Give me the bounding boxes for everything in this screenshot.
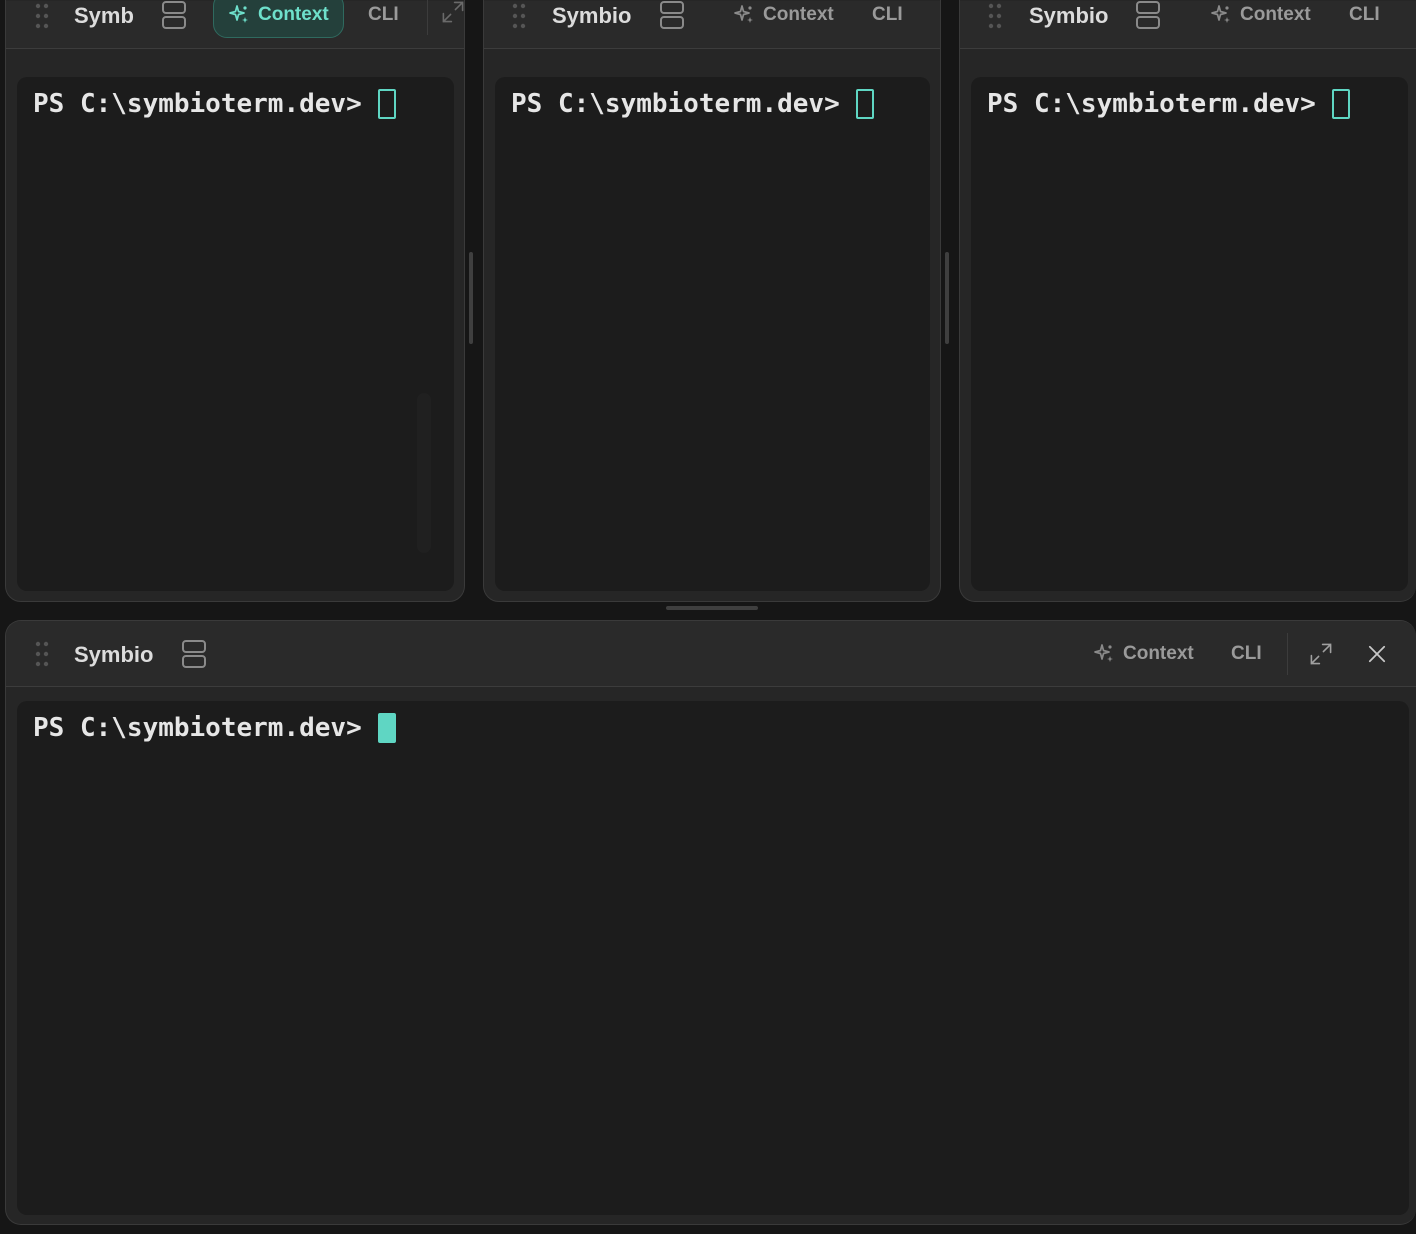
context-label: Context <box>1123 643 1194 664</box>
terminal-output[interactable]: PS C:\symbioterm.dev> <box>17 77 454 591</box>
pane-title: Symbio <box>74 642 154 667</box>
context-label: Context <box>763 4 834 25</box>
terminal-cursor <box>1331 89 1350 119</box>
terminal-prompt: PS C:\symbioterm.dev> <box>33 89 396 119</box>
drag-handle-icon[interactable] <box>512 3 526 29</box>
pane-header: Symbio Context CLI <box>6 621 1416 687</box>
drag-handle-icon[interactable] <box>988 3 1002 29</box>
cli-button[interactable]: CLI <box>872 4 903 26</box>
prompt-text: PS C:\symbioterm.dev> <box>33 713 362 743</box>
pane-header: Symbio Context CLI <box>960 1 1416 49</box>
context-label: Context <box>1240 4 1311 25</box>
column-resize-handle[interactable] <box>945 252 949 344</box>
prompt-text: PS C:\symbioterm.dev> <box>987 89 1316 119</box>
pane-header: Symbio Context CLI <box>484 1 940 49</box>
row-resize-handle[interactable] <box>666 606 758 610</box>
context-button[interactable]: Context <box>213 0 344 38</box>
pane-title: Symb <box>74 3 134 28</box>
context-button[interactable]: Context <box>719 0 848 38</box>
cli-button[interactable]: CLI <box>368 4 399 26</box>
split-view-icon[interactable] <box>1135 0 1161 30</box>
pane-title: Symbio <box>1029 3 1109 28</box>
terminal-pane-2: Symbio Context CLI PS C:\symbioterm.dev> <box>483 0 941 602</box>
context-label: Context <box>258 4 329 25</box>
scrollbar[interactable] <box>417 393 431 553</box>
terminal-prompt: PS C:\symbioterm.dev> <box>33 713 396 743</box>
terminal-output[interactable]: PS C:\symbioterm.dev> <box>495 77 930 591</box>
prompt-text: PS C:\symbioterm.dev> <box>33 89 362 119</box>
terminal-output[interactable]: PS C:\symbioterm.dev> <box>971 77 1408 591</box>
terminal-output[interactable]: PS C:\symbioterm.dev> <box>17 701 1409 1215</box>
sparkle-icon <box>734 5 754 24</box>
terminal-prompt: PS C:\symbioterm.dev> <box>511 89 874 119</box>
prompt-text: PS C:\symbioterm.dev> <box>511 89 840 119</box>
terminal-prompt: PS C:\symbioterm.dev> <box>987 89 1350 119</box>
terminal-workspace: Symb Context CLI PS C:\symbioterm.dev> S… <box>0 0 1416 1234</box>
column-resize-handle[interactable] <box>469 252 473 344</box>
expand-icon[interactable] <box>1309 642 1333 666</box>
split-view-icon[interactable] <box>161 0 187 30</box>
pane-title: Symbio <box>552 3 632 28</box>
pane-header: Symb Context CLI <box>6 0 465 49</box>
sparkle-icon <box>1211 5 1231 24</box>
context-button[interactable]: Context <box>1196 0 1325 38</box>
terminal-cursor <box>377 89 396 119</box>
sparkle-icon <box>229 5 249 24</box>
expand-icon[interactable] <box>441 0 465 24</box>
sparkle-icon <box>1094 644 1114 663</box>
terminal-cursor <box>377 713 396 743</box>
close-icon[interactable] <box>1365 642 1389 666</box>
split-view-icon[interactable] <box>659 0 685 30</box>
drag-handle-icon[interactable] <box>35 641 49 667</box>
header-divider <box>1287 633 1288 675</box>
split-view-icon[interactable] <box>181 639 207 669</box>
cli-button[interactable]: CLI <box>1231 643 1262 665</box>
drag-handle-icon[interactable] <box>35 3 49 29</box>
terminal-cursor <box>855 89 874 119</box>
cli-button[interactable]: CLI <box>1349 4 1380 26</box>
terminal-pane-4: Symbio Context CLI PS C:\symbioterm.dev> <box>5 620 1416 1225</box>
terminal-pane-1: Symb Context CLI PS C:\symbioterm.dev> <box>5 0 465 602</box>
terminal-pane-3: Symbio Context CLI PS C:\symbioterm.dev> <box>959 0 1416 602</box>
context-button[interactable]: Context <box>1079 631 1208 677</box>
header-divider <box>427 0 428 35</box>
